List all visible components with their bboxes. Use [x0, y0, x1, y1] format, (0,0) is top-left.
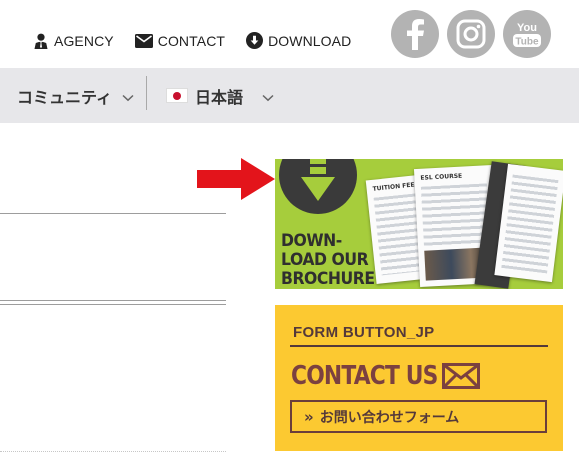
download-arrow-icon	[279, 159, 357, 214]
brochure-page-table	[501, 174, 559, 274]
download-label: DOWNLOAD	[268, 32, 352, 49]
contact-box: FORM BUTTON_JP CONTACT US » お問い合わせフォーム	[275, 305, 563, 451]
instagram-icon	[456, 19, 486, 49]
japan-flag-icon	[166, 88, 188, 103]
brochure-headline: DOWN- LOAD OUR BROCHURE	[281, 232, 375, 289]
contact-box-title: FORM BUTTON_JP	[293, 324, 435, 341]
contact-form-button-label: お問い合わせフォーム	[319, 409, 460, 426]
agent-icon	[34, 33, 48, 49]
brochure-line: BROCHURE	[281, 269, 375, 289]
brochure-line: LOAD OUR	[281, 250, 369, 270]
nav-community-label: コミュニティ	[17, 87, 113, 107]
youtube-text-tube: Tube	[515, 37, 539, 48]
brochure-line: DOWN-	[281, 231, 342, 251]
brochure-page-header: TUITION FEE	[372, 181, 415, 193]
red-arrow-icon	[197, 158, 275, 200]
download-icon	[246, 32, 264, 49]
download-link[interactable]: DOWNLOAD	[246, 32, 351, 49]
nav-language-label: 日本語	[195, 87, 244, 107]
envelope-icon	[134, 33, 153, 48]
nav-community[interactable]: コミュニティ	[17, 68, 112, 123]
chevron-down-icon[interactable]	[122, 94, 134, 102]
top-links: AGENCY CONTACT DOWNLOAD	[33, 32, 372, 49]
content-divider	[0, 304, 226, 305]
chevron-down-icon[interactable]	[262, 94, 274, 102]
contact-box-rule	[290, 345, 548, 347]
contact-link[interactable]: CONTACT	[134, 32, 226, 49]
nav-language[interactable]: 日本語	[166, 68, 243, 123]
envelope-outline-icon	[442, 363, 480, 389]
content-divider	[0, 213, 226, 214]
content-divider	[0, 300, 226, 301]
contact-us-headline: CONTACT US	[291, 361, 438, 391]
double-chevron-right-icon: »	[304, 407, 314, 426]
content-divider	[0, 451, 226, 453]
youtube-icon: You Tube	[513, 22, 541, 48]
youtube-text-you: You	[517, 22, 537, 34]
agency-link[interactable]: AGENCY	[33, 33, 114, 49]
brochure-download-banner[interactable]: DOWN- LOAD OUR BROCHURE TUITION FEE ESL …	[275, 159, 563, 289]
facebook-icon	[407, 19, 424, 50]
brochure-page-table	[420, 183, 490, 247]
nav-divider	[146, 76, 147, 110]
brochure-page-header: ESL COURSE	[420, 172, 463, 182]
facebook-button[interactable]	[391, 10, 439, 58]
youtube-button[interactable]: You Tube	[503, 10, 551, 58]
instagram-button[interactable]	[447, 10, 495, 58]
agency-label: AGENCY	[54, 32, 114, 49]
contact-label: CONTACT	[157, 32, 226, 49]
contact-form-button[interactable]: » お問い合わせフォーム	[290, 400, 547, 433]
